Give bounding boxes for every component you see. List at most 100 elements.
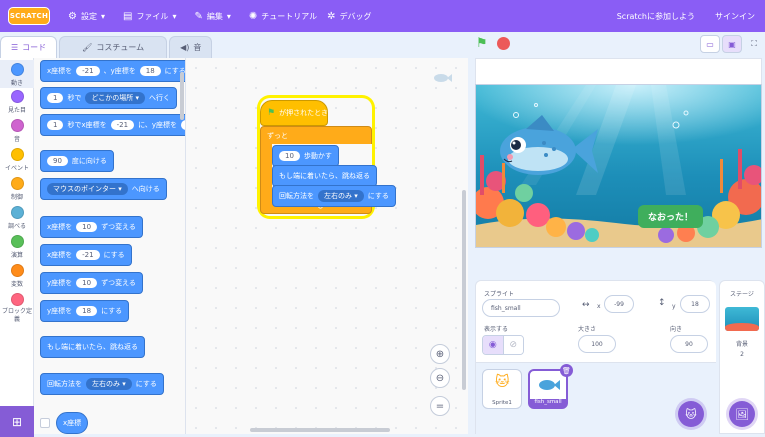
category-my-blocks[interactable]: ブロック定義 [0,293,34,324]
target-dropdown[interactable]: どこかの場所 ▾ [85,92,146,104]
block-text: へ向ける [131,185,160,193]
block-point-towards[interactable]: マウスのポインター ▾ へ向ける [40,178,167,200]
sprite-thumb-sprite1[interactable]: 🐱 Sprite1 [482,369,522,409]
steps-input[interactable]: 10 [279,151,300,161]
green-flag-button[interactable]: ⚑ [476,36,492,52]
script-vertical-scrollbar[interactable] [462,190,466,390]
cat-add-icon: 🐱 [685,407,697,421]
gear-icon: ⚙ [68,10,77,22]
y-input[interactable]: 10 [76,278,98,288]
direction-input[interactable]: 90 [670,335,708,353]
palette-scrollbar[interactable] [180,72,184,120]
events-dot-icon [10,148,24,161]
category-looks[interactable]: 見た目 [0,90,34,114]
add-extension-button[interactable]: ⊞ [0,406,34,437]
sprite-name-value: fish_small [491,304,521,312]
block-glide-to[interactable]: 1 秒で どこかの場所 ▾ へ行く [40,87,178,109]
script-horizontal-scrollbar[interactable] [250,428,390,432]
bounce-block[interactable]: もし端に着いたら、跳ね返る [272,165,377,187]
block-glide-xy[interactable]: 1 秒でx座標を -21 に、y座標を 1 [40,114,185,136]
tab-sounds[interactable]: ◀) 音 [169,36,213,58]
hide-eye-button[interactable]: ⊘ [502,336,523,354]
join-scratch-link[interactable]: Scratchに参加しよう [617,11,695,22]
tab-code[interactable]: ☰ コード [0,36,58,58]
backdrop-thumbnail[interactable] [725,307,759,331]
trash-icon: 🗑 [562,366,571,375]
category-operators[interactable]: 演算 [0,235,34,259]
rotation-dropdown[interactable]: 左右のみ ▾ [86,378,132,390]
choose-sprite-button[interactable]: 🐱 [678,401,704,427]
sign-in-link[interactable]: サインイン [715,11,755,22]
category-events[interactable]: イベント [0,148,34,172]
small-stage-button[interactable]: ▭ [700,35,720,53]
y-label: y [672,303,676,310]
sprite-name-input[interactable]: fish_small [482,299,560,317]
dropdown-value: 左右のみ [92,380,120,388]
block-text: x座標 [63,419,82,427]
edit-menu[interactable]: ✎ 編集 ▾ [194,11,230,22]
x-input[interactable]: 10 [76,222,98,232]
category-motion[interactable]: 動き [0,60,34,88]
tab-costumes[interactable]: 🖌 コスチューム [59,36,168,58]
category-variables[interactable]: 変数 [0,264,34,288]
normal-stage-button[interactable]: ▣ [722,35,742,53]
zoom-in-button[interactable]: ⊕ [430,344,450,364]
stage[interactable]: なおった！ [475,84,762,248]
block-set-x[interactable]: x座標を -21 にする [40,244,132,266]
block-bounce[interactable]: もし端に着いたら、跳ね返る [40,336,145,358]
debug-menu[interactable]: ✲ デバッグ [327,11,371,22]
rotation-dropdown[interactable]: 左右のみ ▾ [318,190,364,202]
move-steps-block[interactable]: 10 歩動かす [272,145,339,167]
backdrop-thumb-coral [725,323,759,331]
debug-label: デバッグ [339,11,372,21]
block-rotation-style[interactable]: 回転方法を 左右のみ ▾ にする [40,373,164,395]
zoom-reset-button[interactable]: = [430,396,450,416]
x-input[interactable]: -21 [76,250,100,260]
dropdown-value: マウスのポインター [53,185,116,193]
x-input[interactable]: -99 [604,295,634,313]
category-control[interactable]: 制御 [0,177,34,201]
category-sound[interactable]: 音 [0,119,34,143]
y-input[interactable]: 18 [76,306,98,316]
when-flag-clicked-block[interactable]: ⚑ が押されたとき [260,100,328,126]
control-dot-icon [10,177,24,190]
seconds-input[interactable]: 1 [47,120,64,130]
target-dropdown[interactable]: マウスのポインター ▾ [47,183,128,195]
x-input[interactable]: -21 [76,66,100,76]
x-position-checkbox[interactable] [40,418,50,428]
tutorials-label: チュートリアル [261,11,318,21]
block-x-position[interactable]: x座標 [56,412,89,434]
set-rotation-style-block[interactable]: 回転方法を 左右のみ ▾ にする [272,185,396,207]
block-goto-xy[interactable]: x座標を -21 、y座標を 18 にする [40,60,185,82]
delete-sprite-button[interactable]: 🗑 [560,364,573,377]
size-input[interactable]: 100 [578,335,616,353]
category-label: イベント [4,165,29,172]
settings-menu[interactable]: ⚙ 設定 ▾ [68,11,105,22]
stage-target-pane[interactable]: ステージ 背景 2 🖼 [719,280,765,434]
show-eye-button[interactable]: ◉ [483,336,503,354]
block-set-y[interactable]: y座標を 18 にする [40,300,130,322]
file-menu[interactable]: ▤ ファイル ▾ [123,11,176,22]
block-change-x[interactable]: x座標を 10 ずつ変える [40,216,143,238]
fullscreen-button[interactable]: ⛶ [744,35,764,53]
zoom-out-button[interactable]: ⊖ [430,368,450,388]
y-input[interactable]: 18 [680,295,710,313]
x-value: -99 [614,300,624,308]
scratch-logo[interactable]: SCRATCH [8,7,50,25]
block-change-y[interactable]: y座標を 10 ずつ変える [40,272,143,294]
y-input[interactable]: 18 [139,66,161,76]
script-area[interactable]: ⚑ が押されたとき ずっと ↻ 10 歩動かす もし端に着いたら、跳ね返る 回転… [186,58,468,434]
sprite-pane: スプライト fish_small ↔ x -99 ↕ y 18 表示する ◉ ⊘… [475,280,716,435]
choose-backdrop-button[interactable]: 🖼 [729,401,755,427]
stop-button[interactable] [497,37,510,50]
speech-bubble: なおった！ [638,205,704,228]
block-point-direction[interactable]: 90 度に向ける [40,150,114,172]
x-input[interactable]: -21 [110,120,135,130]
direction-input[interactable]: 90 [47,156,68,166]
dropdown-value: どこかの場所 [91,94,134,102]
block-text: 秒で [67,94,82,102]
tutorials-menu[interactable]: ✺ チュートリアル [249,11,317,22]
seconds-input[interactable]: 1 [47,93,64,103]
category-sensing[interactable]: 調べる [0,206,34,230]
sprite-info: スプライト fish_small ↔ x -99 ↕ y 18 表示する ◉ ⊘… [476,281,716,363]
